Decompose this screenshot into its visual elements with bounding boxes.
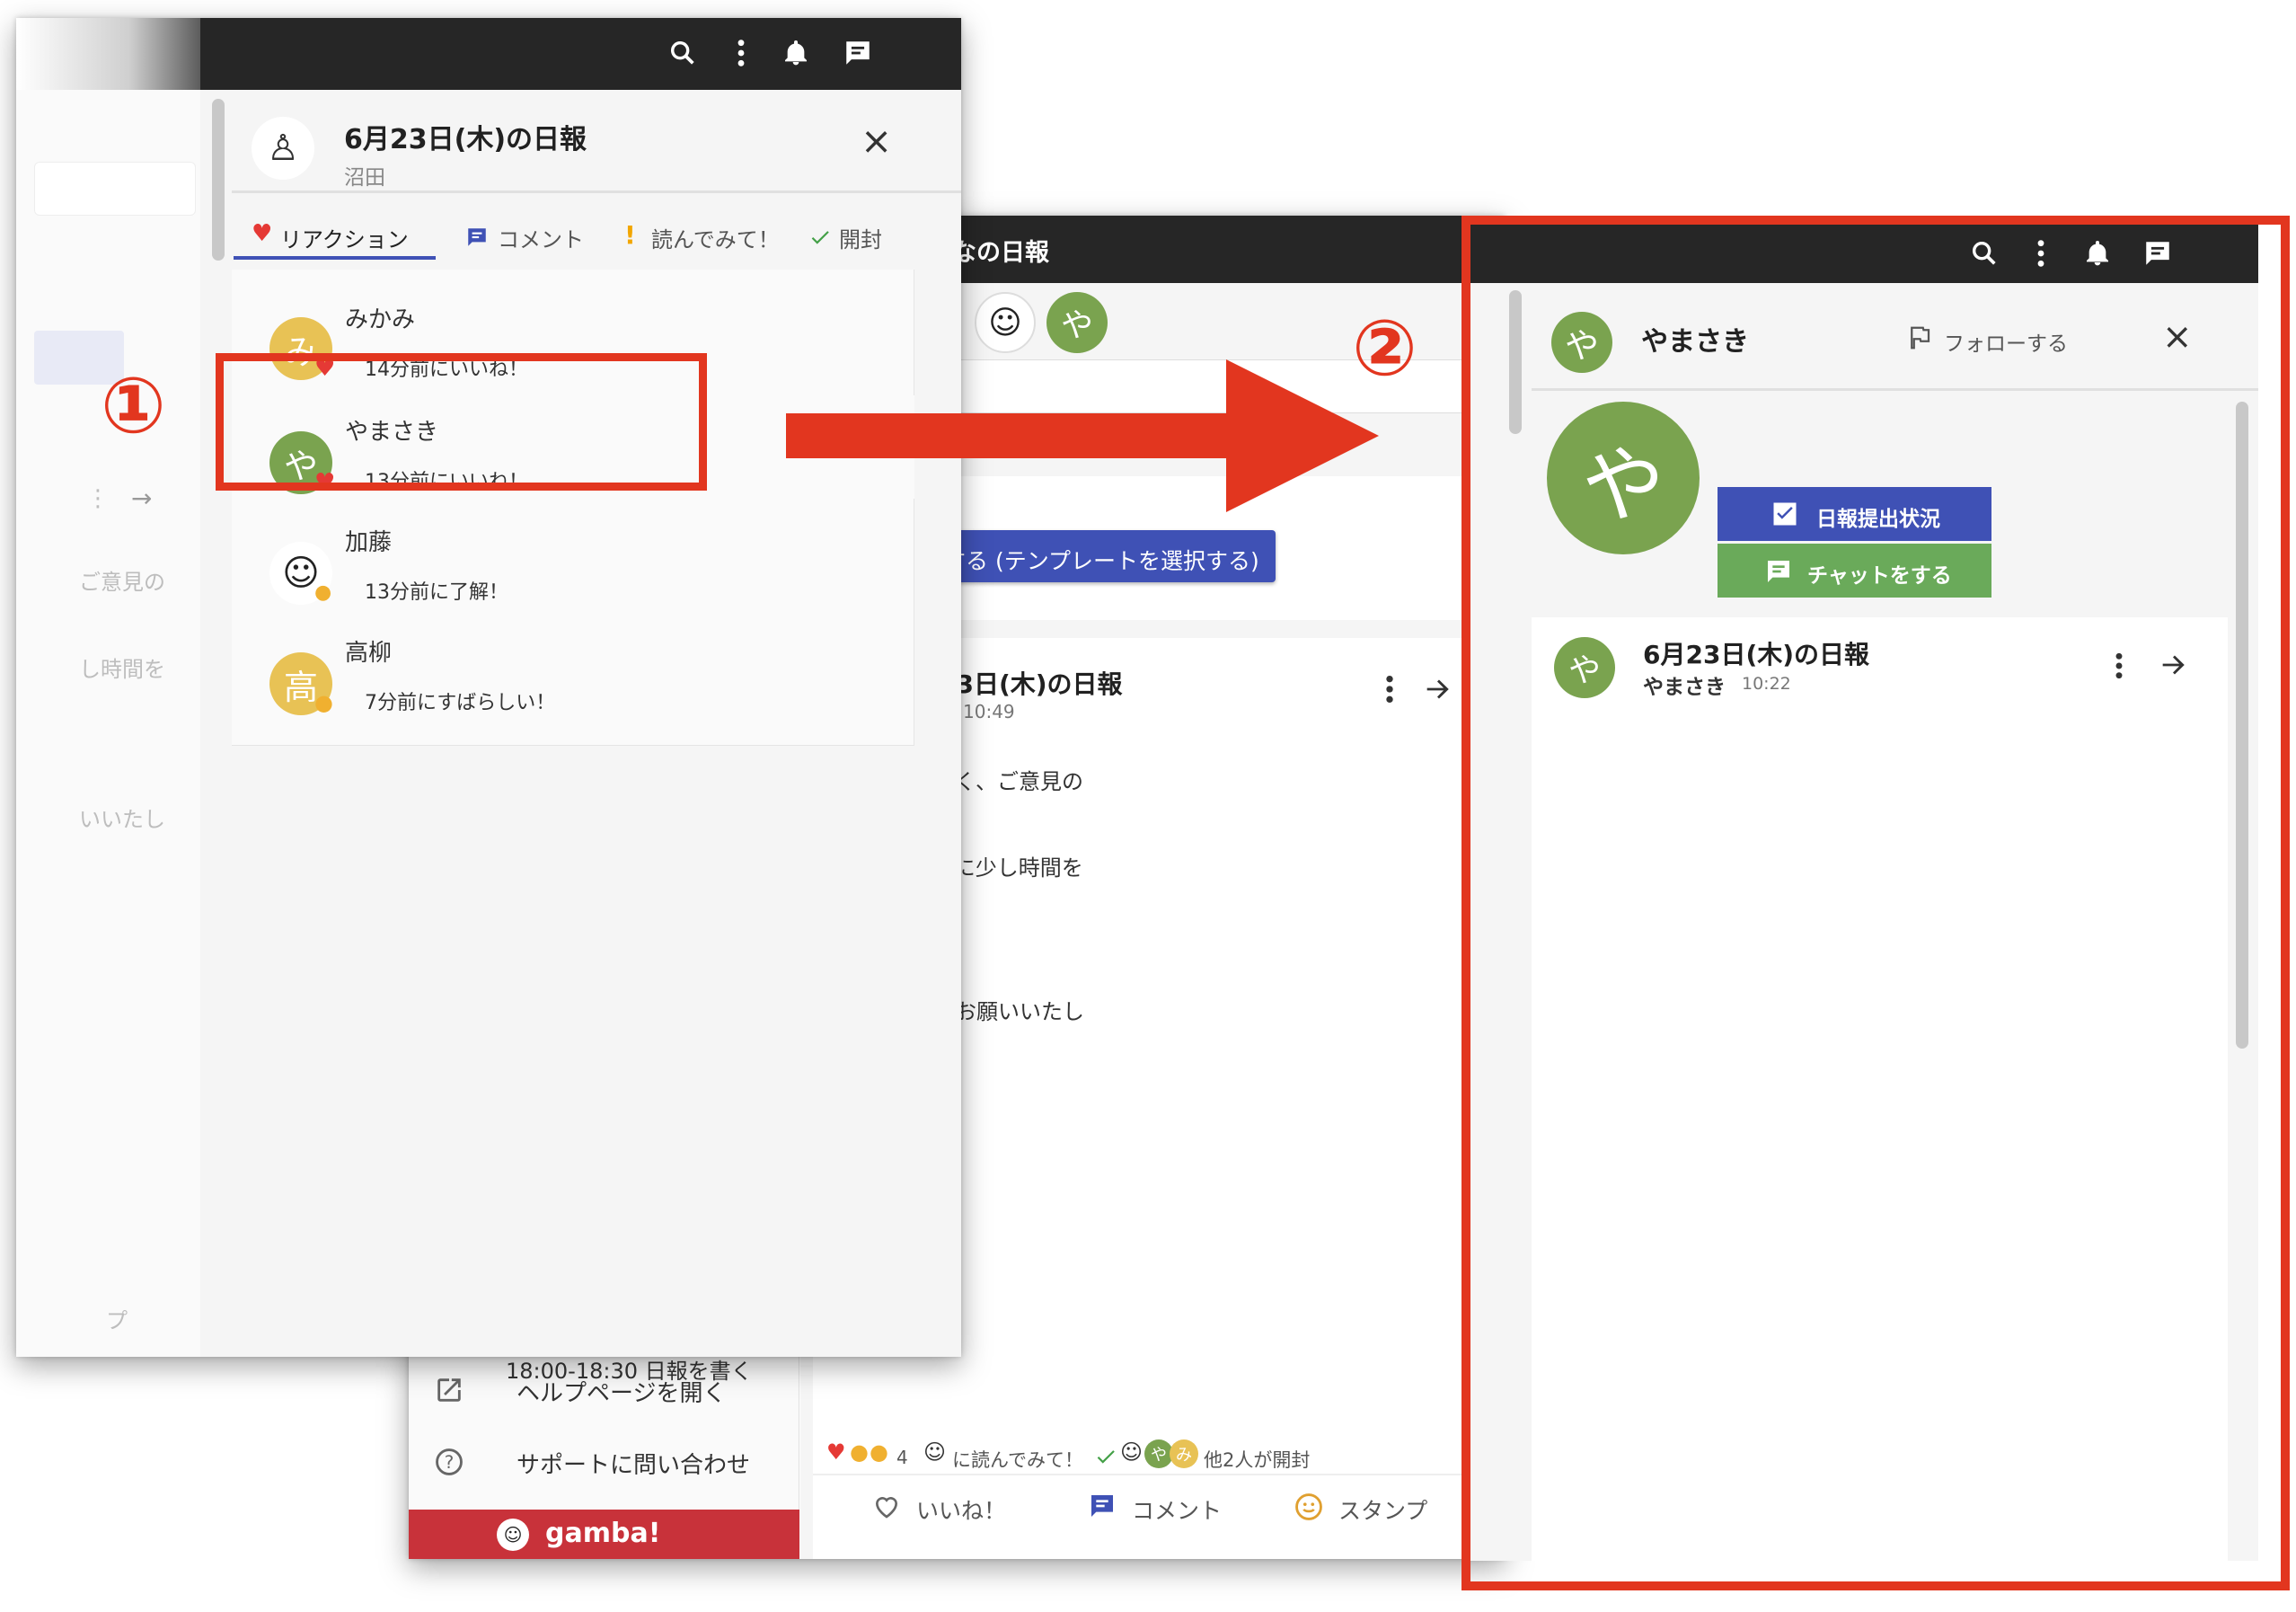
like-button[interactable]: いいね！ <box>871 1483 1033 1532</box>
comment-icon <box>468 228 486 246</box>
heart-icon: ♥ <box>252 220 273 247</box>
comment-icon <box>1091 1495 1113 1517</box>
background-fragment: し時間を <box>79 657 165 682</box>
read-request-text: に読んでみて！ <box>952 1449 1083 1471</box>
reactor-name: 高柳 <box>345 640 393 667</box>
background-arrow-icon: → <box>131 483 153 513</box>
report-title: 23日(木)の日報 <box>939 669 1123 699</box>
action-bar <box>813 1474 1496 1475</box>
more-vert-icon[interactable] <box>1379 674 1400 704</box>
tab-read-request[interactable]: ! 読んでみて！ <box>614 211 793 260</box>
exclamation-icon: ! <box>624 220 636 250</box>
background-input <box>34 162 196 216</box>
sidebar-support-item[interactable]: ? サポートに問い合わせ <box>409 1429 799 1492</box>
window-reactions: ご意見の し時間を いいたし プ ⋮ → ♙ 6月23日(木)の日報 沼田 × … <box>16 18 961 1357</box>
tab-reaction[interactable]: ♥ リアクション <box>234 211 436 260</box>
reaction-row[interactable]: ☺ ● 加藤 13分前に了解！ <box>232 508 914 611</box>
header-title: なの日報 <box>952 239 1049 267</box>
report-time: 10:49 <box>963 701 1015 722</box>
ok-hand-icon: ● <box>850 1439 869 1465</box>
opener-avatar: み <box>1170 1439 1198 1468</box>
check-icon <box>1097 1450 1115 1464</box>
heart-icon: ♥ <box>826 1439 846 1465</box>
background-fragment: いいたし <box>79 807 165 832</box>
more-vert-icon[interactable] <box>730 38 752 68</box>
reaction-text: 13分前に了解！ <box>365 581 508 604</box>
reaction-count: 4 <box>896 1447 908 1468</box>
check-icon <box>811 231 829 244</box>
member-avatar[interactable]: や <box>1046 292 1108 353</box>
brand-name: gamba! <box>545 1518 661 1549</box>
svg-text:?: ? <box>445 1452 455 1473</box>
support-label: サポートに問い合わせ <box>517 1452 751 1479</box>
close-icon[interactable]: × <box>861 119 892 163</box>
ok-hand-icon: ● <box>314 581 332 604</box>
brand-mascot-icon: ☺ <box>497 1519 529 1551</box>
chat-icon[interactable] <box>843 38 873 68</box>
brand-bar: ☺ gamba! <box>409 1510 799 1559</box>
background-more-icon: ⋮ <box>86 485 110 512</box>
background-page-strip <box>16 18 205 1357</box>
comment-button[interactable]: コメント <box>1087 1483 1249 1532</box>
divider <box>232 190 961 193</box>
reaction-row[interactable]: 高 ● 高柳 7分前にすばらしい！ <box>232 618 914 722</box>
reactor-name: みかみ <box>345 306 416 333</box>
search-icon[interactable] <box>667 38 698 68</box>
external-link-icon <box>437 1378 461 1402</box>
reactor-name: 加藤 <box>345 529 393 556</box>
background-fragment: プ <box>106 1308 128 1333</box>
highlight-box-step2 <box>1461 216 2290 1590</box>
bell-icon[interactable] <box>782 38 810 68</box>
smile-icon <box>1295 1493 1322 1520</box>
author-avatar: ♙ <box>252 117 314 180</box>
report-author: 沼田 <box>344 166 385 190</box>
report-body-line: 18:00-18:30 日報を書く <box>506 1359 753 1384</box>
opener-avatar-photo: ☺ <box>1120 1439 1144 1465</box>
heart-eyes-icon: ● <box>314 690 333 715</box>
heart-outline-icon <box>875 1497 898 1519</box>
arrow-annotation <box>786 359 1379 512</box>
tab-comment[interactable]: コメント <box>447 211 600 260</box>
background-gradient <box>16 18 205 90</box>
heart-eyes-icon: ● <box>870 1439 888 1465</box>
requester-avatar: ☺ <box>923 1439 947 1465</box>
help-icon: ? <box>436 1448 463 1475</box>
background-fragment: ご意見の <box>79 570 165 595</box>
tab-opened[interactable]: 開封 <box>798 211 932 260</box>
panel-scrollbar[interactable] <box>212 99 225 261</box>
step1-label: ① <box>101 361 166 451</box>
reaction-text: 7分前にすばらしい！ <box>365 692 556 714</box>
reaction-summary[interactable]: ♥ ● ● 4 ☺ に読んでみて！ ☺ や み 他2人が開封 <box>826 1438 1491 1474</box>
arrow-right-icon[interactable] <box>1422 674 1453 704</box>
report-title: 6月23日(木)の日報 <box>344 124 587 155</box>
stamp-button[interactable]: スタンプ <box>1294 1483 1455 1532</box>
member-avatar-photo[interactable]: ☺ <box>975 292 1036 353</box>
top-bar <box>200 18 961 90</box>
highlight-box-step1 <box>216 353 707 491</box>
opened-text: 他2人が開封 <box>1204 1449 1311 1471</box>
